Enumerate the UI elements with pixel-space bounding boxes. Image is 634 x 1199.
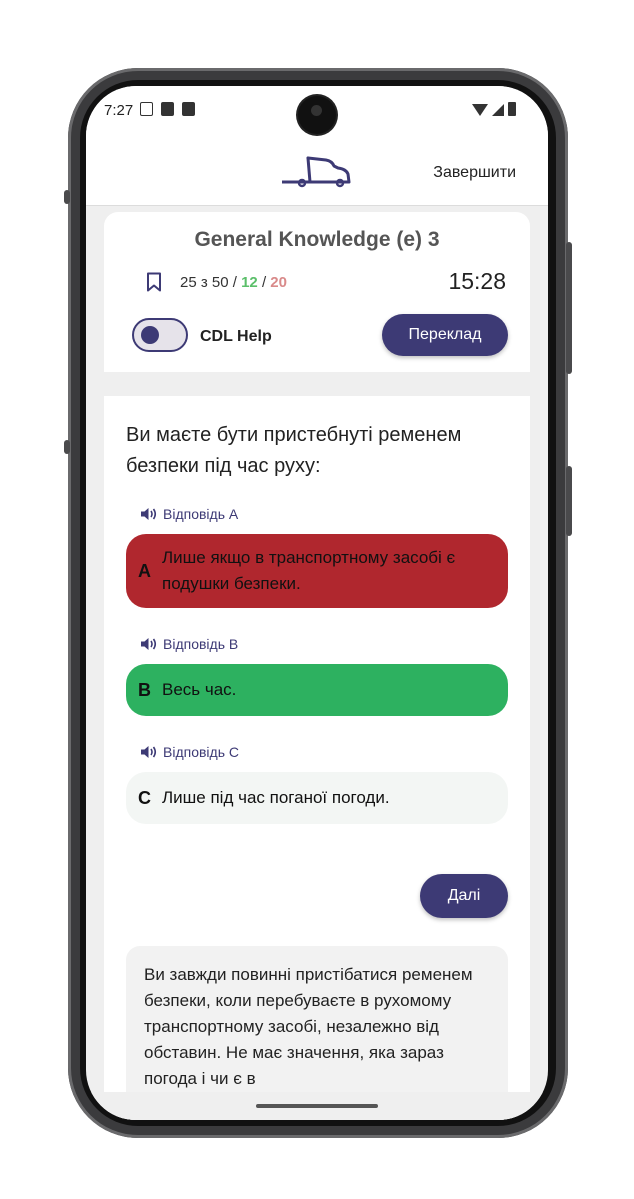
answer-option-a[interactable]: A Лише якщо в транспортному засобі є под… bbox=[126, 534, 508, 608]
progress-position: 25 з 50 / bbox=[180, 274, 242, 291]
answer-option-b[interactable]: B Весь час. bbox=[126, 664, 508, 716]
timer: 15:28 bbox=[448, 268, 506, 294]
cell-signal-icon bbox=[492, 104, 504, 116]
quiz-title: General Knowledge (e) 3 bbox=[194, 228, 440, 251]
sd-card-icon bbox=[182, 102, 195, 116]
speaker-icon bbox=[141, 746, 157, 758]
progress-separator: / bbox=[257, 274, 271, 291]
power-button bbox=[566, 242, 572, 374]
toggle-knob bbox=[141, 326, 159, 344]
cdl-help-toggle[interactable] bbox=[132, 318, 188, 352]
bookmark-icon[interactable] bbox=[146, 272, 162, 292]
next-button[interactable]: Далі bbox=[420, 874, 508, 918]
wifi-icon bbox=[472, 104, 488, 116]
gesture-bar bbox=[86, 1092, 548, 1120]
speaker-icon bbox=[141, 638, 157, 650]
answer-option-c[interactable]: C Лише під час поганої погоди. bbox=[126, 772, 508, 824]
audio-answer-c[interactable]: Відповідь C bbox=[140, 744, 239, 760]
speaker-icon bbox=[141, 508, 157, 520]
answer-text: Весь час. bbox=[162, 680, 237, 699]
status-bar: 7:27 bbox=[86, 86, 548, 136]
answer-text: Лише якщо в транспортному засобі є подуш… bbox=[162, 548, 456, 593]
status-icons-left bbox=[140, 102, 195, 116]
battery-icon bbox=[508, 102, 516, 116]
audio-answer-label: Відповідь B bbox=[163, 636, 239, 652]
truck-logo-icon bbox=[282, 156, 351, 188]
question-text: Ви маєте бути пристебнуті ременем безпек… bbox=[126, 424, 462, 477]
translate-button[interactable]: Переклад bbox=[382, 314, 508, 356]
explanation-text: Ви завжди повинні пристібатися ременем б… bbox=[144, 965, 473, 1088]
status-icons-right bbox=[472, 102, 516, 116]
answer-text: Лише під час поганої погоди. bbox=[162, 788, 390, 807]
app-header: Завершити bbox=[86, 136, 548, 206]
audio-answer-a[interactable]: Відповідь A bbox=[140, 506, 238, 522]
side-notch bbox=[64, 440, 70, 454]
answer-letter: C bbox=[138, 787, 151, 808]
cdl-help-label: CDL Help bbox=[200, 328, 272, 345]
finish-button[interactable]: Завершити bbox=[433, 164, 516, 182]
answer-letter: A bbox=[138, 560, 151, 581]
screen: 7:27 Завершити General Knowledge (e) 3 2… bbox=[86, 86, 548, 1120]
question-card: Ви маєте бути пристебнуті ременем безпек… bbox=[104, 396, 530, 1120]
quiz-info-card: General Knowledge (e) 3 25 з 50 / 12 / 2… bbox=[104, 212, 530, 372]
side-notch bbox=[64, 190, 70, 204]
home-handle[interactable] bbox=[256, 1104, 378, 1108]
wrong-count: 20 bbox=[270, 274, 287, 291]
camera-cutout bbox=[298, 96, 336, 134]
progress-counter: 25 з 50 / 12 / 20 bbox=[180, 274, 287, 291]
audio-answer-label: Відповідь A bbox=[163, 506, 239, 522]
audio-answer-b[interactable]: Відповідь B bbox=[140, 636, 238, 652]
status-time: 7:27 bbox=[104, 102, 134, 119]
a-icon bbox=[161, 102, 174, 116]
audio-answer-label: Відповідь C bbox=[163, 744, 239, 760]
answer-letter: B bbox=[138, 679, 151, 700]
volume-button bbox=[566, 466, 572, 536]
screen-icon bbox=[140, 102, 153, 116]
correct-count: 12 bbox=[241, 274, 258, 291]
